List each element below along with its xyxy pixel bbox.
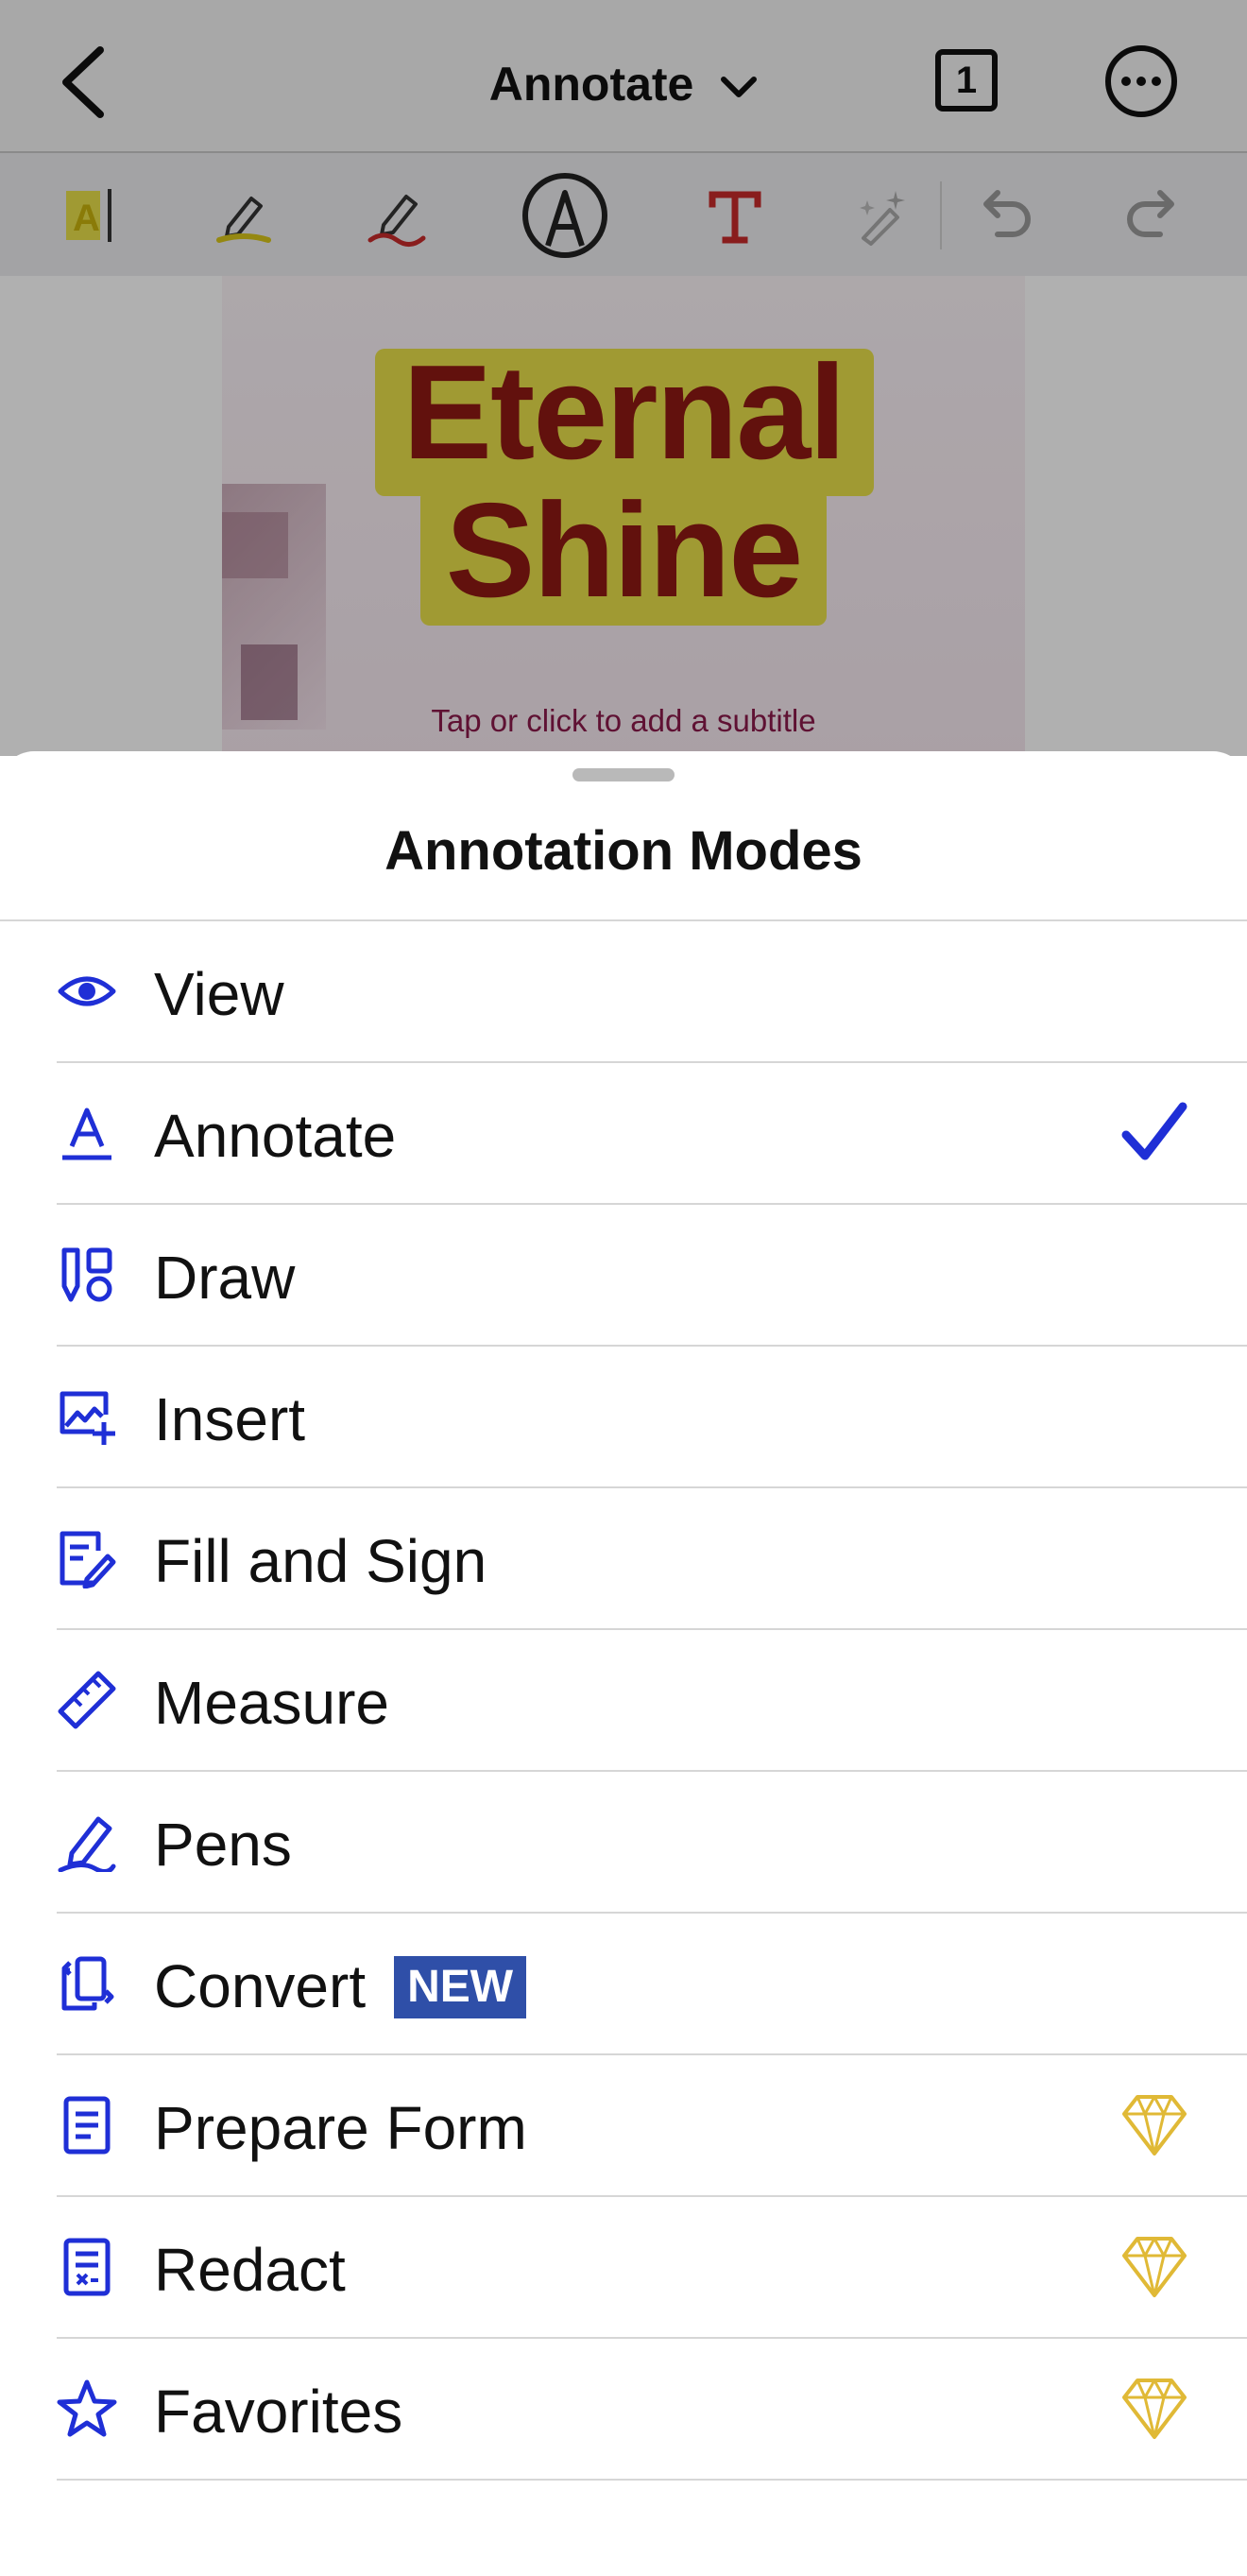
annotation-modes-list: View Annotate Draw Insert Fill and Sign … — [0, 921, 1247, 2481]
mode-item-insert[interactable]: Insert — [57, 1347, 1247, 1488]
form-icon — [63, 2096, 111, 2155]
fill-sign-icon — [60, 1531, 116, 1589]
redact-icon — [63, 2238, 111, 2296]
modal-dim-overlay[interactable] — [0, 0, 1247, 756]
pen-icon — [58, 1816, 116, 1872]
premium-diamond-icon — [1122, 2095, 1187, 2155]
draw-shapes-icon — [61, 1247, 112, 1302]
mode-item-redact[interactable]: Redact — [57, 2197, 1247, 2339]
convert-icon — [61, 1956, 114, 2011]
mode-item-label: Measure — [154, 1669, 389, 1737]
mode-item-label: Insert — [154, 1385, 306, 1453]
insert-image-icon — [60, 1391, 115, 1445]
mode-item-favorites[interactable]: Favorites — [57, 2339, 1247, 2481]
mode-item-label-group: Convert NEW — [154, 1952, 527, 2022]
mode-item-annotate[interactable]: Annotate — [57, 1063, 1247, 1205]
mode-item-measure[interactable]: Measure — [57, 1630, 1247, 1772]
star-icon — [57, 2379, 117, 2437]
annotation-modes-sheet: Annotation Modes View Annotate Draw Inse… — [0, 751, 1247, 2576]
mode-item-prepare-form[interactable]: Prepare Form — [57, 2055, 1247, 2197]
mode-item-label: Fill and Sign — [154, 1527, 487, 1595]
mode-item-label: View — [154, 960, 284, 1028]
premium-diamond-icon — [1122, 2379, 1187, 2439]
mode-item-label: Annotate — [154, 1102, 397, 1170]
text-underline-icon — [62, 1108, 111, 1160]
mode-item-view[interactable]: View — [57, 921, 1247, 1063]
sheet-title: Annotation Modes — [384, 820, 863, 882]
mode-item-label: Pens — [154, 1811, 292, 1879]
mode-item-label: Prepare Form — [154, 2094, 527, 2162]
ruler-icon — [58, 1671, 116, 1729]
mode-item-label: Favorites — [154, 2378, 403, 2446]
sheet-grabber[interactable] — [572, 768, 675, 781]
mode-item-label: Convert — [154, 1952, 367, 2020]
premium-diamond-icon — [1122, 2237, 1187, 2297]
eye-icon — [58, 976, 116, 1006]
mode-item-label: Draw — [154, 1244, 296, 1312]
mode-item-label: Redact — [154, 2236, 346, 2304]
mode-item-pens[interactable]: Pens — [57, 1772, 1247, 1914]
mode-item-convert[interactable]: Convert NEW — [57, 1914, 1247, 2055]
checkmark-icon — [1121, 1102, 1187, 1160]
mode-item-draw[interactable]: Draw — [57, 1205, 1247, 1347]
new-badge: NEW — [394, 1956, 527, 2019]
mode-item-fill-and-sign[interactable]: Fill and Sign — [57, 1488, 1247, 1630]
